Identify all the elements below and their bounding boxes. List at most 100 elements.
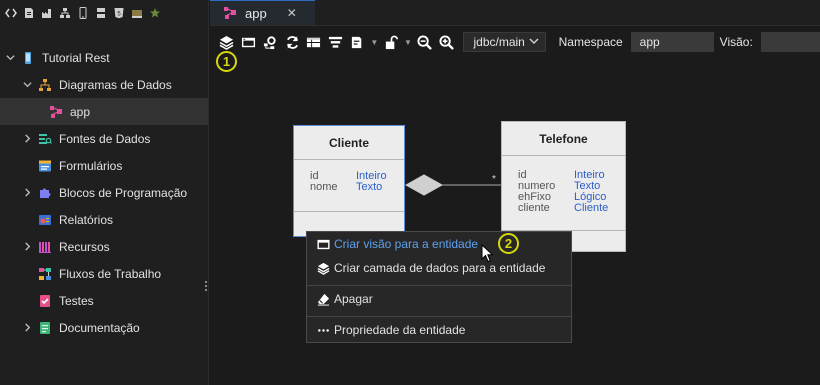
namespace-input[interactable] (630, 32, 714, 52)
chevron-right-icon[interactable] (21, 133, 33, 145)
tree-item-label: app (70, 104, 91, 119)
document-edit-icon[interactable] (349, 33, 367, 51)
menu-item-delete[interactable]: Apagar (307, 287, 571, 311)
star-icon[interactable] (148, 7, 161, 20)
entity-attributes: id nome Inteiro Texto (294, 160, 404, 193)
entity-attributes: id numero ehFixo cliente Inteiro Texto L… (502, 156, 625, 214)
chevron-right-icon[interactable] (21, 322, 33, 334)
tree-item-resources[interactable]: Recursos (0, 233, 208, 260)
tree-item-label: Diagramas de Dados (59, 77, 172, 92)
stack-icon[interactable] (58, 7, 71, 20)
html5-icon[interactable]: 5 (112, 7, 125, 20)
dropdown-caret-icon[interactable]: ▼ (370, 38, 378, 47)
tree-item-label: Recursos (59, 239, 110, 254)
puzzle-icon (38, 186, 52, 200)
mobile-icon[interactable] (76, 7, 89, 20)
tree-item-data-sources[interactable]: Fontes de Dados (0, 125, 208, 152)
tree-item-label: Tutorial Rest (42, 50, 110, 65)
unlock-icon[interactable] (382, 33, 400, 51)
tree-item-label: Testes (59, 293, 94, 308)
checklist-icon (38, 294, 52, 308)
view-input[interactable] (760, 32, 820, 52)
factory-icon[interactable] (40, 7, 53, 20)
attribute-name: nome (310, 181, 338, 193)
zoom-in-icon[interactable] (438, 33, 456, 51)
relation-multiplicity: * (492, 174, 496, 185)
chevron-down-icon[interactable] (4, 52, 16, 64)
chevron-right-icon[interactable] (21, 241, 33, 253)
menu-item-label: Criar visão para a entidade (334, 237, 479, 251)
window-icon[interactable] (240, 33, 258, 51)
chevron-down-icon[interactable] (21, 79, 33, 91)
tree-item-label: Fluxos de Trabalho (59, 266, 162, 281)
chevron-right-icon[interactable] (21, 187, 33, 199)
workflow-icon (38, 267, 52, 281)
menu-item-label: Propriedade da entidade (334, 323, 466, 337)
attribute-name: cliente (518, 202, 550, 214)
editor-tabbar: app ✕ (210, 0, 820, 26)
pane-splitter-handle[interactable] (205, 281, 208, 295)
view-label: Visão: (719, 35, 753, 49)
refresh-icon[interactable] (283, 33, 301, 51)
code-icon[interactable] (4, 7, 17, 20)
menu-item-label: Criar camada de dados para a entidade (334, 261, 546, 275)
dropdown-caret-icon[interactable]: ▼ (404, 38, 412, 47)
project-tree: Tutorial Rest Diagramas de Dados app Fon… (0, 44, 208, 341)
menu-divider (307, 285, 571, 286)
menu-item-label: Apagar (334, 292, 373, 306)
entity-footer-divider (294, 211, 404, 212)
tree-item-reports[interactable]: Relatórios (0, 206, 208, 233)
tree-item-documentation[interactable]: Documentação (0, 314, 208, 341)
tree-item-project[interactable]: Tutorial Rest (0, 44, 208, 71)
more-dots-icon (316, 323, 330, 337)
menu-item-create-layer[interactable]: Criar camada de dados para a entidade (307, 256, 571, 280)
gear-tree-icon[interactable] (262, 33, 280, 51)
tree-item-data-diagrams[interactable]: Diagramas de Dados (0, 71, 208, 98)
tree-item-forms[interactable]: Formulários (0, 152, 208, 179)
documentation-icon (38, 321, 52, 335)
diagram-icon (49, 105, 63, 119)
window-icon (316, 237, 330, 251)
hierarchy-icon (38, 78, 52, 92)
database-search-icon (38, 132, 52, 146)
attribute-type: Cliente (574, 202, 609, 214)
menu-item-properties[interactable]: Propriedade da entidade (307, 318, 571, 342)
menu-item-create-view[interactable]: Criar visão para a entidade (307, 232, 571, 256)
tree-item-tests[interactable]: Testes (0, 287, 208, 314)
entity-context-menu: Criar visão para a entidade Criar camada… (306, 231, 572, 343)
datasource-select-value: jdbc/main (473, 35, 525, 49)
mobile-icon (21, 51, 35, 65)
tree-item-label: Fontes de Dados (59, 131, 151, 146)
table-icon[interactable] (305, 33, 323, 51)
report-icon (38, 213, 52, 227)
zoom-out-icon[interactable] (416, 33, 434, 51)
align-icon[interactable] (327, 33, 345, 51)
file-icon[interactable] (22, 7, 35, 20)
form-icon (38, 159, 52, 173)
explorer-toolbar: 5 (0, 0, 208, 26)
books-icon (38, 240, 52, 254)
tree-item-label: Formulários (59, 158, 123, 173)
tab-app[interactable]: app ✕ (210, 0, 315, 25)
tree-item-workflows[interactable]: Fluxos de Trabalho (0, 260, 208, 287)
tree-item-label: Relatórios (59, 212, 114, 227)
folder-icon[interactable] (130, 7, 143, 20)
close-icon[interactable]: ✕ (287, 6, 297, 20)
tree-item-label: Blocos de Programação (59, 185, 188, 200)
layers-icon (316, 261, 330, 275)
datasource-select[interactable]: jdbc/main (462, 32, 546, 52)
app-window: 5 Tutorial Rest Diagramas de Dados app F… (0, 0, 820, 385)
step-badge-2: 2 (498, 233, 519, 254)
diagram-toolbar: ▼ ▼ jdbc/main Namespace Visão: (210, 28, 820, 56)
entity-title: Cliente (294, 126, 404, 160)
server-icon[interactable] (94, 7, 107, 20)
mouse-cursor-icon (481, 244, 494, 263)
entity-cliente[interactable]: Cliente id nome Inteiro Texto (293, 125, 405, 237)
tree-item-app[interactable]: app (0, 98, 208, 125)
chevron-down-icon (529, 35, 539, 49)
tree-item-blocks[interactable]: Blocos de Programação (0, 179, 208, 206)
namespace-label: Namespace (558, 35, 623, 49)
layers-icon[interactable] (218, 33, 236, 51)
entity-title: Telefone (502, 122, 625, 156)
attribute-type: Texto (356, 181, 383, 193)
